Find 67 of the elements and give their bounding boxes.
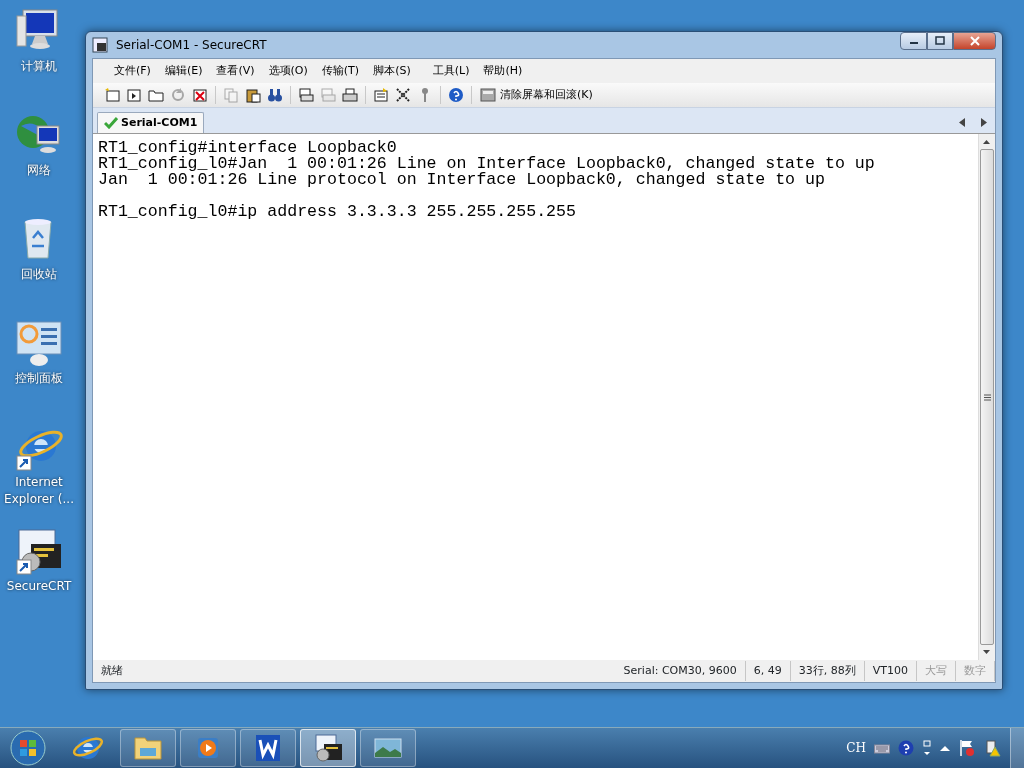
icon-label[interactable]: Internet Explorer (... [0, 474, 78, 508]
icon-label[interactable]: 回收站 [0, 266, 78, 283]
terminal-line: Jan 1 00:01:26 Line protocol on Interface Loopback0, changed state to up [98, 172, 826, 188]
status-text: VT100 [864, 661, 917, 681]
properties-icon [373, 87, 389, 103]
menu-item[interactable]: 传输(T) [314, 62, 367, 80]
close-button[interactable] [953, 32, 996, 50]
maximize-icon [935, 36, 945, 46]
status-text: 33行, 88列 [790, 661, 865, 681]
folder-icon [148, 87, 164, 103]
folder-taskbar-button[interactable] [120, 729, 176, 767]
paste-icon [245, 87, 261, 103]
help-icon [448, 87, 464, 103]
icon-label[interactable]: 计算机 [0, 58, 78, 75]
checkmark-icon [104, 116, 118, 129]
show-hidden-icons-arrow[interactable] [940, 744, 950, 752]
printer-button[interactable] [339, 85, 361, 105]
document-w-taskbar-button[interactable] [240, 729, 296, 767]
status-text: 6, 49 [745, 661, 791, 681]
clear-screen-button[interactable]: 清除屏幕和回滚(K) [476, 86, 597, 104]
control-panel-icon[interactable] [15, 320, 63, 368]
terminal-line: RT1_config#interface Loopback0 [98, 140, 398, 156]
menu-item[interactable]: 工具(L) [425, 62, 477, 80]
close-icon [969, 36, 980, 46]
status-text: 数字 [956, 661, 995, 681]
language-indicator[interactable]: CH [846, 739, 866, 757]
icon-label[interactable]: 网络 [0, 162, 78, 179]
print-selection-icon [320, 87, 336, 103]
terminal-line: RT1_config_l0#Jan 1 00:01:26 Line on Interface Loopback0, changed state to up [98, 156, 876, 172]
app-icon [92, 37, 108, 53]
icon-label[interactable]: SecureCRT [0, 578, 78, 595]
copy-icon [223, 87, 239, 103]
session-tab[interactable]: Serial-COM1 [97, 111, 205, 133]
icon-label[interactable]: 控制面板 [0, 370, 78, 387]
network-warning-icon[interactable] [984, 739, 1002, 757]
menu-item[interactable]: 编辑(E) [157, 62, 210, 80]
maximize-button[interactable] [927, 32, 953, 50]
quick-connect-icon [126, 87, 142, 103]
connect-icon [104, 87, 120, 103]
menu-item[interactable]: 帮助(H) [476, 62, 530, 80]
binoculars-icon [267, 87, 283, 103]
refresh-icon [170, 87, 186, 103]
terminal-line: RT1_config_l0#ip address 3.3.3.3 255.255.255.255 [98, 204, 577, 220]
screen-icon [480, 87, 496, 103]
grip-icon [983, 393, 991, 401]
status-text: Serial: COM30, 9600 [615, 661, 746, 681]
menu-item[interactable]: 选项(O) [261, 62, 315, 80]
scrollbar[interactable] [978, 134, 995, 660]
menu-item[interactable]: 查看(V) [209, 62, 262, 80]
disconnect-icon [192, 87, 208, 103]
menu-item[interactable]: 脚本(S) [366, 62, 418, 80]
terminal-shortcut-icon[interactable] [15, 528, 63, 576]
terminal-icon [312, 732, 344, 764]
print-screen-icon [298, 87, 314, 103]
terminal-taskbar-button[interactable] [300, 729, 356, 767]
scroll-right-icon[interactable] [981, 117, 987, 127]
help-icon[interactable] [898, 740, 914, 756]
window-title: Serial-COM1 - SecureCRT [116, 37, 268, 54]
minimize-button[interactable] [900, 32, 927, 50]
keyboard-icon[interactable] [874, 742, 890, 754]
status-text: 就绪 [100, 663, 124, 679]
printer-icon [342, 87, 358, 103]
scroll-left-icon[interactable] [959, 117, 965, 127]
menu-item[interactable]: 文件(F) [107, 62, 158, 80]
flag-icon[interactable] [958, 739, 976, 757]
restore-icon[interactable] [922, 740, 932, 756]
status-text: 大写 [917, 661, 956, 681]
